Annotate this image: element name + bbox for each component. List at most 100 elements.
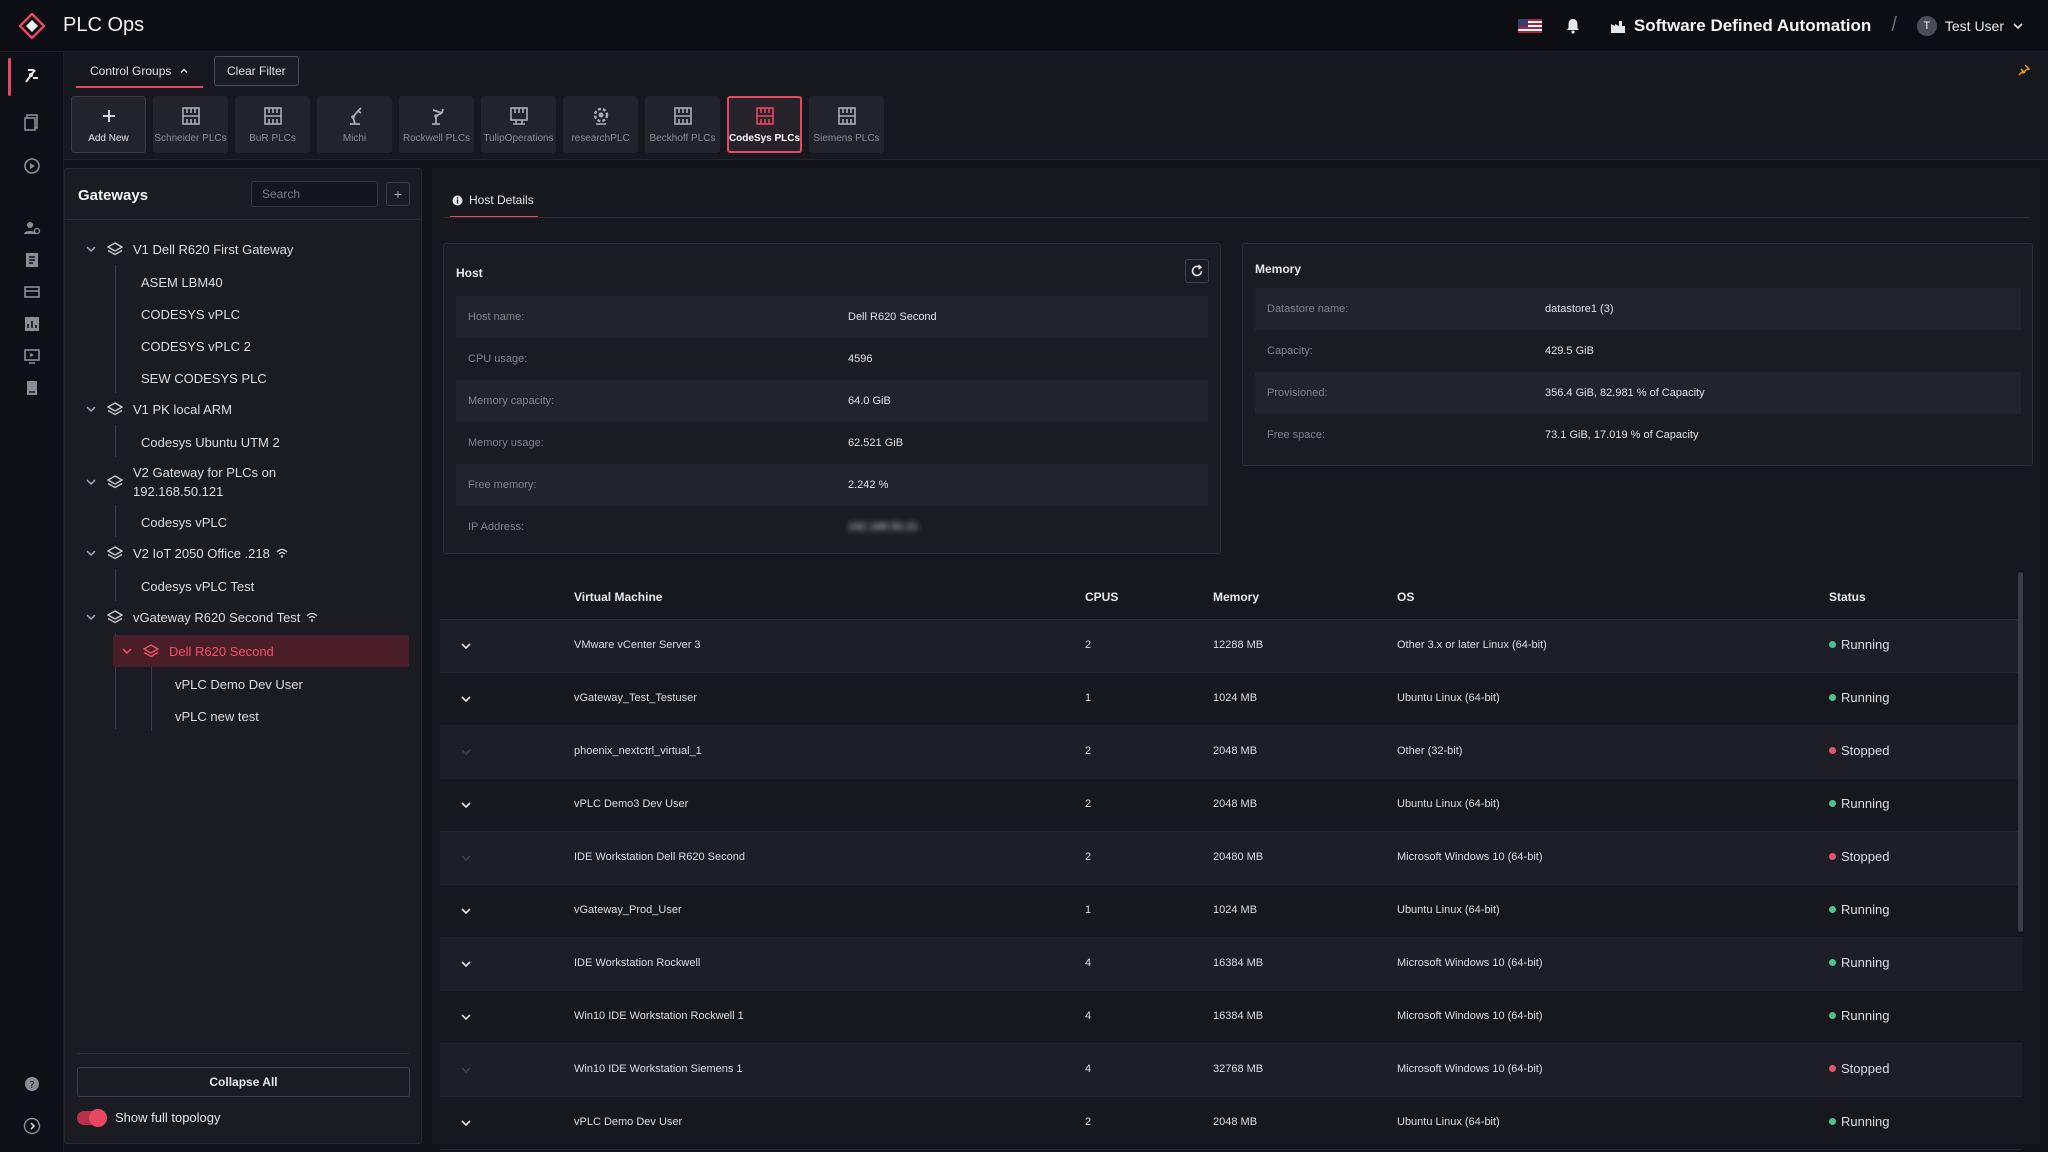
show-topology-toggle[interactable] [77,1108,107,1127]
chevron-down-icon[interactable] [460,693,472,705]
tree-leaf-item[interactable]: vPLC new test [175,709,259,724]
plc-icon [837,107,856,125]
status-badge: Running [1829,955,1889,970]
users-nav-icon[interactable] [22,218,42,238]
help-icon[interactable]: ? [22,1074,42,1094]
chevron-down-icon[interactable] [85,243,97,255]
chevron-down-icon[interactable] [85,611,97,623]
gateway-node[interactable]: V1 PK local ARM [85,393,232,425]
group-michi[interactable]: Michi [317,96,392,153]
column-header-cpus[interactable]: CPUS [1085,590,1118,604]
tree-leaf-item[interactable]: Codesys vPLC [141,515,227,530]
table-row[interactable]: vGateway_Prod_User 1 1024 MB Ubuntu Linux (… [440,885,2022,938]
refresh-button[interactable] [1185,259,1209,283]
table-row[interactable]: phoenix_nextctrl_virtual_1 2 2048 MB Other … [440,726,2022,779]
chevron-down-icon[interactable] [460,1117,472,1129]
host-node-selected[interactable]: Dell R620 Second [113,635,409,667]
us-flag-icon[interactable] [1517,18,1542,33]
left-rail: ? [0,52,64,1152]
table-row[interactable]: vPLC Demo3 Dev User 2 2048 MB Ubuntu Linux … [440,779,2022,832]
tree-leaf-item[interactable]: CODESYS vPLC [141,307,240,322]
chevron-down-icon[interactable] [85,403,97,415]
add-gateway-button[interactable]: + [386,182,410,206]
gateway-label-line1: V2 Gateway for PLCs on [133,465,277,480]
vm-name: IDE Workstation Rockwell [574,957,701,969]
host-row-key: Memory capacity: [468,395,555,407]
group-tulipoperations[interactable]: TulipOperations [481,96,556,153]
tree-leaf-item[interactable]: vPLC Demo Dev User [175,677,303,692]
monitor-nav-icon[interactable] [22,346,42,366]
tree-leaf-item[interactable]: CODESYS vPLC 2 [141,339,251,354]
gateway-node[interactable]: V1 Dell R620 First Gateway [85,233,293,265]
host-row-key: IP Address: [468,521,525,533]
chevron-down-icon[interactable] [460,1011,472,1023]
tree-leaf-item[interactable]: ASEM LBM40 [141,275,223,290]
column-header-status[interactable]: Status [1829,590,1866,604]
gateway-node[interactable]: V2 Gateway for PLCs on 192.168.50.121 [85,461,276,503]
table-row[interactable]: vPLC Demo Dev User 2 2048 MB Ubuntu Linux (… [440,1097,2022,1150]
chevron-down-icon[interactable] [460,799,472,811]
pin-icon[interactable] [2018,64,2030,76]
group-rockwell-plcs[interactable]: Rockwell PLCs [399,96,474,153]
gateway-search-input[interactable] [251,181,378,207]
column-header-virtual-machine[interactable]: Virtual Machine [574,590,662,604]
clear-filter-button[interactable]: Clear Filter [214,56,299,86]
avatar[interactable]: T [1916,15,1937,36]
tree-guide-line [115,505,116,537]
table-row[interactable]: IDE Workstation Rockwell 4 16384 MB Microso… [440,938,2022,991]
gateway-node[interactable]: V2 IoT 2050 Office .218 [85,537,288,569]
vm-os: Ubuntu Linux (64-bit) [1397,798,1500,810]
group-researchplc[interactable]: researchPLC [563,96,638,153]
book-nav-icon[interactable] [22,378,42,398]
tree-leaf-item[interactable]: Codesys Ubuntu UTM 2 [141,435,280,450]
group-label: Rockwell PLCs [402,133,471,144]
table-row[interactable]: VMware vCenter Server 3 2 12288 MB Other 3.… [440,620,2022,673]
chevron-down-icon[interactable] [460,640,472,652]
group-siemens-plcs[interactable]: Siemens PLCs [809,96,884,153]
layers-icon [107,610,123,624]
notes-nav-icon[interactable] [22,250,42,270]
vm-os: Microsoft Windows 10 (64-bit) [1397,957,1543,969]
storage-nav-icon[interactable] [22,282,42,302]
chevron-down-icon[interactable] [85,547,97,559]
documents-nav-icon[interactable] [22,112,42,132]
table-scrollbar[interactable] [2018,572,2023,932]
tree-leaf-item[interactable]: SEW CODESYS PLC [141,371,267,386]
group-codesys-plcs[interactable]: CodeSys PLCs [727,96,802,153]
chevron-down-icon[interactable] [460,958,472,970]
tree-leaf-item[interactable]: Codesys vPLC Test [141,579,254,594]
tab-host-details[interactable]: Host Details [450,184,538,218]
table-row[interactable]: Win10 IDE Workstation Siemens 1 4 32768 MB… [440,1044,2022,1097]
expand-rail-icon[interactable] [22,1116,42,1136]
status-badge: Running [1829,1008,1889,1023]
chevron-down-icon[interactable] [121,645,133,657]
table-row[interactable]: vGateway_Test_Testuser 1 1024 MB Ubuntu Lin… [440,673,2022,726]
user-name[interactable]: Test User [1945,18,2004,34]
play-circle-nav-icon[interactable] [22,156,42,176]
devices-nav-icon[interactable] [22,66,42,86]
vm-memory: 16384 MB [1213,957,1264,969]
memory-row: Datastore name: datastore1 (3) [1255,288,2021,330]
chevron-down-icon[interactable] [460,905,472,917]
chart-nav-icon[interactable] [22,314,42,334]
chevron-down-icon[interactable] [85,476,97,488]
gateways-title: Gateways [78,187,149,204]
collapse-all-button[interactable]: Collapse All [77,1067,410,1097]
bell-icon[interactable] [1564,17,1582,35]
table-row[interactable]: Win10 IDE Workstation Rockwell 1 4 16384 M… [440,991,2022,1044]
project-name[interactable]: Software Defined Automation [1634,16,1871,36]
app-logo-icon[interactable] [19,12,45,39]
control-groups-button[interactable]: Control Groups [76,56,204,88]
chevron-down-icon[interactable] [2012,20,2024,32]
add-new-group-button[interactable]: Add New [71,96,146,153]
column-header-os[interactable]: OS [1397,590,1414,604]
group-schneider-plcs[interactable]: Schneider PLCs [153,96,228,153]
vm-name: vGateway_Prod_User [574,904,682,916]
group-beckhoff-plcs[interactable]: Beckhoff PLCs [645,96,720,153]
group-bur-plcs[interactable]: BuR PLCs [235,96,310,153]
layers-icon [143,644,159,658]
column-header-memory[interactable]: Memory [1213,590,1259,604]
table-row[interactable]: IDE Workstation Dell R620 Second 2 20480 M… [440,832,2022,885]
gateway-node[interactable]: vGateway R620 Second Test [85,601,318,633]
group-label: TulipOperations [483,133,554,144]
